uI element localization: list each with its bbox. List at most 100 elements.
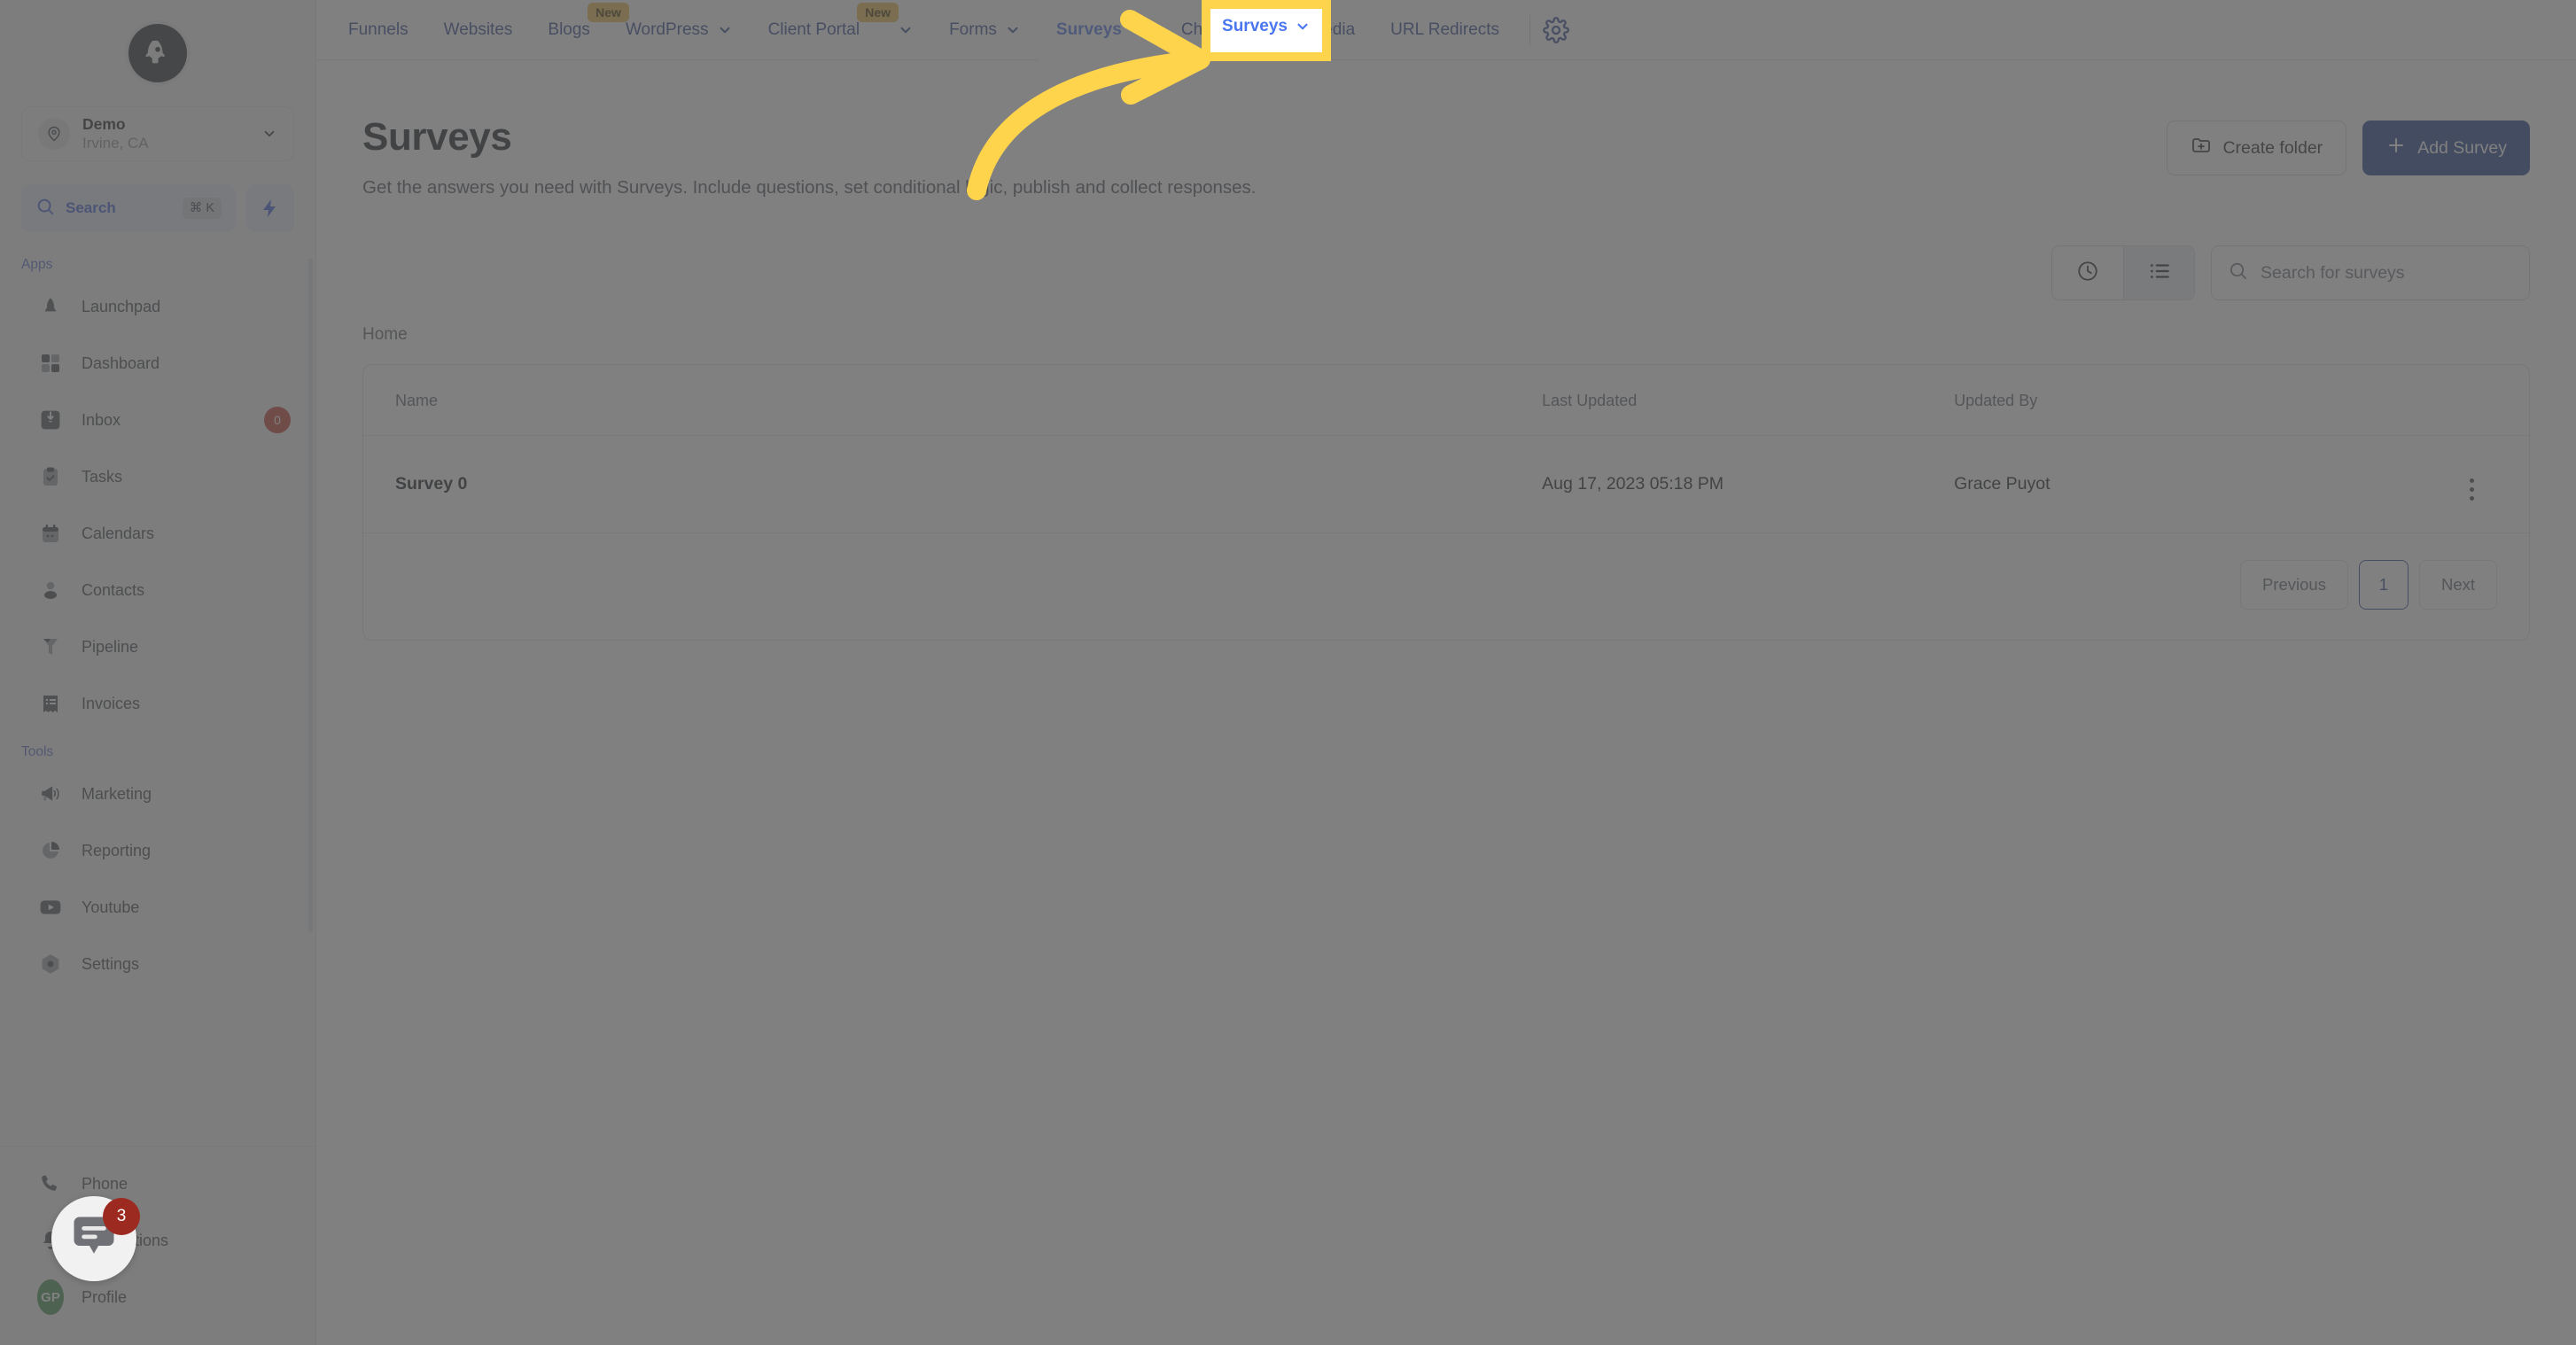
sidebar-item-invoices[interactable]: Invoices bbox=[0, 675, 315, 732]
surveys-table: Name Last Updated Updated By Survey 0 Au… bbox=[363, 365, 2529, 534]
page-header-text: Surveys Get the answers you need with Su… bbox=[362, 115, 2167, 201]
sidebar-item-label: Settings bbox=[82, 954, 140, 973]
surveys-highlight-label: Surveys bbox=[1222, 17, 1288, 35]
page-number-1[interactable]: 1 bbox=[2358, 560, 2409, 610]
gear-icon[interactable] bbox=[1543, 16, 1569, 43]
chevron-down-icon bbox=[1005, 22, 1021, 38]
cell-last-updated: Aug 17, 2023 05:18 PM bbox=[1542, 435, 1955, 534]
sidebar-item-profile[interactable]: GP Profile bbox=[0, 1269, 315, 1326]
chevron-down-icon bbox=[898, 22, 914, 38]
nav-item-funnels[interactable]: Funnels bbox=[331, 0, 426, 60]
plus-icon bbox=[2385, 135, 2407, 161]
new-badge: New bbox=[857, 2, 899, 22]
sidebar-item-label: Youtube bbox=[82, 898, 140, 916]
page-description: Get the answers you need with Surveys. I… bbox=[362, 177, 1257, 198]
sidebar-item-dashboard[interactable]: Dashboard bbox=[0, 335, 315, 392]
search-input[interactable]: Search ⌘ K bbox=[21, 184, 236, 232]
nav-label: Surveys bbox=[1055, 19, 1122, 39]
cell-survey-name[interactable]: Survey 0 bbox=[363, 435, 1543, 534]
sidebar-logo-area bbox=[0, 0, 339, 106]
sidebar-item-label: Contacts bbox=[82, 580, 145, 599]
chevron-down-icon bbox=[1295, 19, 1311, 35]
sidebar-item-label: Calendars bbox=[82, 524, 155, 542]
sidebar-item-notifications[interactable]: Notifications bbox=[0, 1212, 315, 1269]
breadcrumb[interactable]: Home bbox=[316, 300, 2576, 345]
dashboard-grid-icon bbox=[37, 350, 64, 377]
nav-item-forms[interactable]: Forms bbox=[931, 0, 1039, 60]
nav-item-url-redirects[interactable]: URL Redirects bbox=[1373, 0, 1517, 60]
nav-label: Forms bbox=[949, 19, 997, 39]
sidebar-item-youtube[interactable]: Youtube bbox=[0, 879, 315, 936]
create-folder-button[interactable]: Create folder bbox=[2167, 121, 2347, 175]
contacts-person-icon bbox=[37, 577, 64, 603]
search-surveys-input[interactable]: Search for surveys bbox=[2211, 245, 2530, 301]
sidebar-item-phone[interactable]: Phone bbox=[0, 1155, 315, 1212]
column-header-updated-by[interactable]: Updated By bbox=[1954, 365, 2415, 437]
sidebar-item-label: Launchpad bbox=[82, 297, 161, 315]
location-switcher[interactable]: Demo Irvine, CA bbox=[21, 106, 294, 161]
table-row[interactable]: Survey 0 Aug 17, 2023 05:18 PM Grace Puy… bbox=[363, 435, 2529, 534]
sidebar-item-launchpad[interactable]: Launchpad bbox=[0, 278, 315, 335]
page-header-actions: Create folder Add Survey bbox=[2167, 115, 2576, 201]
next-page-button[interactable]: Next bbox=[2418, 560, 2497, 610]
main-content: Surveys Get the answers you need with Su… bbox=[316, 60, 2576, 1345]
sidebar-search-row: Search ⌘ K bbox=[0, 161, 315, 232]
top-navigation: Funnels Websites Blogs New WordPress Cli… bbox=[316, 0, 2576, 60]
avatar-icon: GP bbox=[37, 1279, 64, 1315]
previous-page-button[interactable]: Previous bbox=[2239, 560, 2348, 610]
launchpad-icon bbox=[37, 293, 64, 320]
table-header: Name Last Updated Updated By bbox=[363, 365, 2529, 437]
search-icon bbox=[35, 197, 55, 221]
nav-item-client-portal[interactable]: Client Portal New bbox=[751, 0, 932, 60]
pie-chart-icon bbox=[37, 837, 64, 864]
kebab-menu-icon[interactable] bbox=[2469, 478, 2474, 501]
view-mode-toggle bbox=[2051, 245, 2195, 301]
sidebar-item-tasks[interactable]: Tasks bbox=[0, 448, 315, 505]
column-header-actions bbox=[2414, 365, 2529, 437]
nav-item-surveys[interactable]: Surveys bbox=[1038, 0, 1163, 60]
sidebar-item-label: Invoices bbox=[82, 694, 141, 712]
column-header-last-updated[interactable]: Last Updated bbox=[1542, 365, 1955, 437]
sidebar-item-label: Tasks bbox=[82, 467, 123, 486]
sidebar-bottom: Phone Notifications GP Profile bbox=[0, 1146, 315, 1345]
location-text: Demo Irvine, CA bbox=[82, 114, 249, 152]
search-label: Search bbox=[66, 199, 116, 216]
app-root: Demo Irvine, CA Search ⌘ K Apps Launchpa… bbox=[0, 0, 2576, 1345]
location-sub: Irvine, CA bbox=[82, 135, 149, 152]
sidebar-item-marketing[interactable]: Marketing bbox=[0, 766, 315, 822]
sidebar-item-pipeline[interactable]: Pipeline bbox=[0, 618, 315, 675]
list-view-icon bbox=[2148, 260, 2171, 287]
chat-widget-button[interactable]: 3 bbox=[51, 1196, 140, 1281]
cell-updated-by: Grace Puyot bbox=[1954, 435, 2415, 534]
sidebar-item-reporting[interactable]: Reporting bbox=[0, 822, 315, 879]
sidebar: Demo Irvine, CA Search ⌘ K Apps Launchpa… bbox=[0, 0, 339, 1345]
calendar-icon bbox=[37, 520, 64, 547]
sidebar-item-label: Pipeline bbox=[82, 637, 139, 656]
nav-item-blogs[interactable]: Blogs New bbox=[530, 0, 629, 60]
youtube-icon bbox=[37, 894, 64, 921]
add-survey-label: Add Survey bbox=[2417, 137, 2507, 158]
sidebar-item-contacts[interactable]: Contacts bbox=[0, 562, 315, 618]
phone-icon bbox=[37, 1170, 64, 1197]
nav-divider bbox=[1529, 14, 1530, 45]
sidebar-item-settings[interactable]: Settings bbox=[0, 936, 315, 992]
chevron-down-icon bbox=[717, 22, 733, 38]
add-survey-button[interactable]: Add Survey bbox=[2362, 121, 2530, 175]
nav-item-websites[interactable]: Websites bbox=[426, 0, 531, 60]
sidebar-item-label: Phone bbox=[82, 1174, 128, 1193]
rocket-logo-icon[interactable] bbox=[128, 24, 187, 82]
megaphone-icon bbox=[37, 781, 64, 807]
list-view-button[interactable] bbox=[2123, 246, 2194, 300]
page-header: Surveys Get the answers you need with Su… bbox=[316, 60, 2576, 201]
sidebar-item-calendars[interactable]: Calendars bbox=[0, 505, 315, 562]
surveys-highlight-label-group[interactable]: Surveys bbox=[1210, 7, 1322, 46]
recent-view-button[interactable] bbox=[2052, 246, 2123, 300]
location-name: Demo bbox=[82, 114, 126, 133]
column-header-name[interactable]: Name bbox=[363, 365, 1543, 437]
nav-label: Funnels bbox=[348, 19, 409, 39]
sidebar-item-inbox[interactable]: Inbox 0 bbox=[0, 392, 315, 448]
create-folder-label: Create folder bbox=[2222, 137, 2323, 158]
nav-item-wordpress[interactable]: WordPress bbox=[608, 0, 751, 60]
bolt-icon[interactable] bbox=[246, 184, 294, 232]
sidebar-nav: Apps Launchpad Dashboard Inbox 0 Tasks C… bbox=[0, 232, 315, 1146]
